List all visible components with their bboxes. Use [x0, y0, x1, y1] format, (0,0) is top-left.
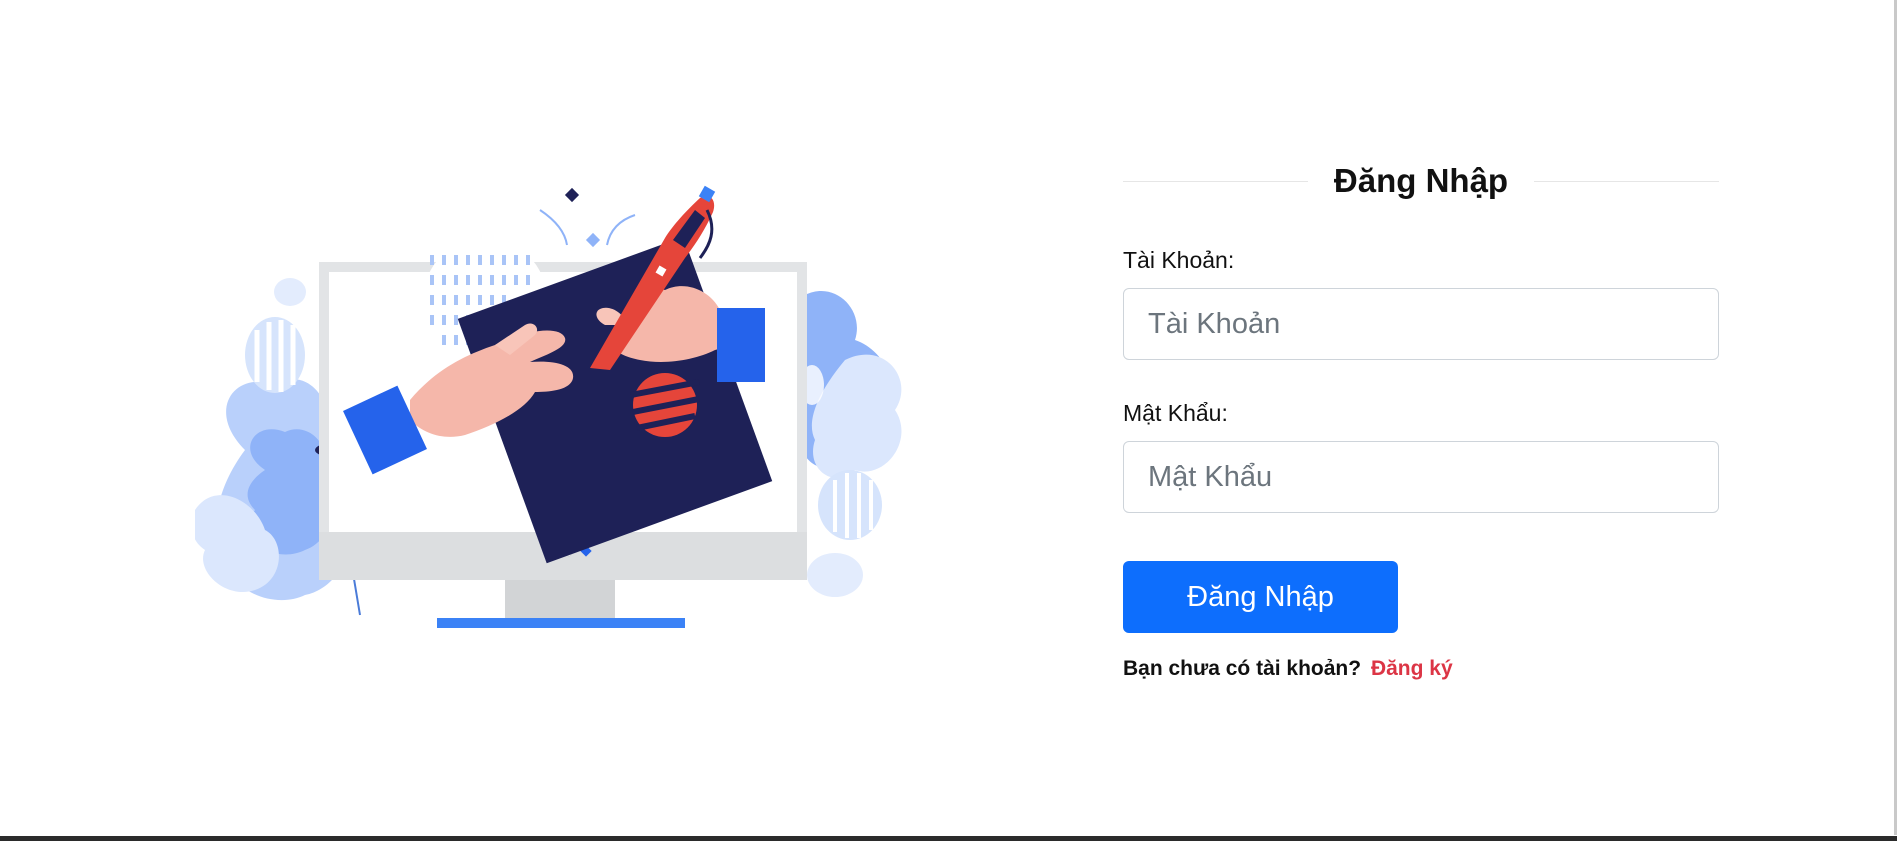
signup-prompt: Bạn chưa có tài khoản?	[1123, 657, 1362, 680]
login-page: Đăng Nhập Tài Khoản: Mật Khẩu: Đăng Nhập…	[0, 0, 1897, 841]
login-button[interactable]: Đăng Nhập	[1123, 561, 1398, 633]
account-label: Tài Khoản:	[1123, 247, 1235, 273]
signup-link[interactable]: Đăng ký	[1371, 657, 1453, 680]
title-divider-left	[1123, 181, 1308, 182]
password-input[interactable]	[1123, 441, 1719, 513]
signup-row: Bạn chưa có tài khoản? Đăng ký	[1123, 657, 1719, 681]
login-form: Đăng Nhập Tài Khoản: Mật Khẩu: Đăng Nhập…	[1123, 155, 1719, 681]
monitor-drawing-illustration	[195, 185, 902, 628]
page-title: Đăng Nhập	[1333, 162, 1509, 199]
password-label: Mật Khẩu:	[1123, 400, 1228, 426]
bottom-bar	[0, 836, 1897, 841]
title-row: Đăng Nhập	[1123, 155, 1719, 207]
title-divider-right	[1534, 181, 1719, 182]
account-input[interactable]	[1123, 288, 1719, 360]
